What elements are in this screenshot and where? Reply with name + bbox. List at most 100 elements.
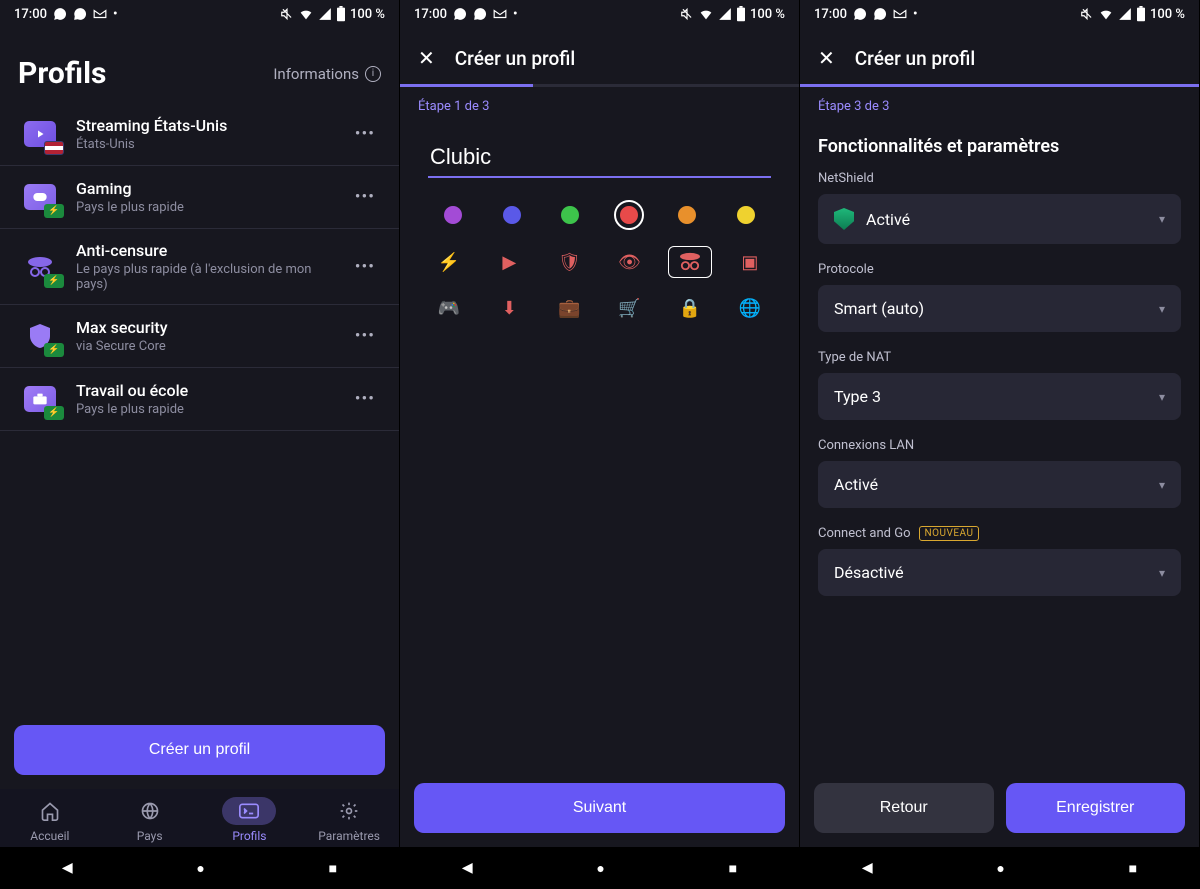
new-badge: NOUVEAU bbox=[919, 526, 980, 541]
dropdown-value: Activé bbox=[866, 210, 910, 229]
nav-settings[interactable]: Paramètres bbox=[299, 797, 399, 843]
back-icon[interactable]: ◀ bbox=[62, 860, 73, 876]
recents-icon[interactable]: ■ bbox=[1129, 860, 1137, 877]
color-orange[interactable] bbox=[678, 206, 696, 224]
status-bar: 17:00 • 100 % bbox=[800, 0, 1199, 28]
profile-name: Anti-censure bbox=[76, 241, 335, 260]
protocol-label: Protocole bbox=[818, 262, 1181, 277]
back-icon[interactable]: ◀ bbox=[462, 860, 473, 876]
nat-label: Type de NAT bbox=[818, 350, 1181, 365]
more-button[interactable]: ••• bbox=[349, 118, 381, 150]
modal-title: Créer un profil bbox=[455, 47, 576, 70]
icon-globe-cursor[interactable]: 🌐 bbox=[728, 292, 772, 324]
icon-picker: ⚡ ▶ 🛡 👁 ▣ 🎮 ⬇ 💼 🛒 🔒 🌐 bbox=[400, 236, 799, 334]
whatsapp-icon bbox=[853, 7, 867, 21]
mute-icon bbox=[280, 7, 294, 21]
step-label: Étape 3 de 3 bbox=[800, 87, 1199, 120]
netshield-label: NetShield bbox=[818, 171, 1181, 186]
profile-item-anticensor[interactable]: ⚡ Anti-censure Le pays plus rapide (à l'… bbox=[0, 229, 399, 305]
back-icon[interactable]: ◀ bbox=[862, 860, 873, 876]
home-icon bbox=[40, 801, 60, 821]
wifi-icon bbox=[698, 7, 714, 21]
dropdown-value: Désactivé bbox=[834, 563, 904, 582]
system-nav: ◀ ● ■ bbox=[0, 847, 399, 889]
recents-icon[interactable]: ■ bbox=[329, 860, 337, 877]
netshield-dropdown[interactable]: Activé ▾ bbox=[818, 194, 1181, 244]
color-blue[interactable] bbox=[503, 206, 521, 224]
nav-home[interactable]: Accueil bbox=[0, 797, 100, 843]
battery-percent: 100 % bbox=[1150, 7, 1185, 22]
color-purple[interactable] bbox=[444, 206, 462, 224]
section-title: Fonctionnalités et paramètres bbox=[818, 136, 1181, 157]
icon-lock[interactable]: 🔒 bbox=[668, 292, 712, 324]
chevron-down-icon: ▾ bbox=[1159, 302, 1165, 316]
icon-shield[interactable]: 🛡 bbox=[547, 246, 591, 278]
cng-label: Connect and Go NOUVEAU bbox=[818, 526, 1181, 541]
wifi-icon bbox=[298, 7, 314, 21]
icon-incognito[interactable] bbox=[668, 246, 712, 278]
screen-profiles: 17:00 • 100 % bbox=[0, 0, 400, 889]
more-dot-icon: • bbox=[513, 7, 518, 22]
icon-cart[interactable]: 🛒 bbox=[608, 292, 652, 324]
profile-item-maxsec[interactable]: ⚡ Max security via Secure Core ••• bbox=[0, 305, 399, 368]
more-button[interactable]: ••• bbox=[349, 251, 381, 283]
cng-dropdown[interactable]: Désactivé ▾ bbox=[818, 549, 1181, 596]
chat-icon bbox=[73, 7, 87, 21]
protocol-dropdown[interactable]: Smart (auto) ▾ bbox=[818, 285, 1181, 332]
create-profile-button[interactable]: Créer un profil bbox=[14, 725, 385, 775]
page-header: Profils Informations i bbox=[0, 28, 399, 103]
info-link[interactable]: Informations i bbox=[273, 65, 381, 83]
nat-dropdown[interactable]: Type 3 ▾ bbox=[818, 373, 1181, 420]
more-button[interactable]: ••• bbox=[349, 181, 381, 213]
battery-percent: 100 % bbox=[350, 7, 385, 22]
step-label: Étape 1 de 3 bbox=[400, 87, 799, 120]
color-green[interactable] bbox=[561, 206, 579, 224]
status-time: 17:00 bbox=[14, 7, 47, 22]
back-button[interactable]: Retour bbox=[814, 783, 994, 833]
color-picker bbox=[400, 184, 799, 236]
lan-label: Connexions LAN bbox=[818, 438, 1181, 453]
color-red[interactable] bbox=[620, 206, 638, 224]
icon-briefcase[interactable]: 💼 bbox=[547, 292, 591, 324]
bolt-icon: ⚡ bbox=[44, 343, 64, 357]
home-dot-icon[interactable]: ● bbox=[996, 860, 1004, 877]
icon-download[interactable]: ⬇ bbox=[487, 292, 531, 324]
close-icon[interactable]: ✕ bbox=[818, 46, 835, 70]
color-yellow[interactable] bbox=[737, 206, 755, 224]
dropdown-value: Smart (auto) bbox=[834, 299, 924, 318]
nav-profiles[interactable]: Profils bbox=[200, 797, 300, 843]
more-button[interactable]: ••• bbox=[349, 320, 381, 352]
next-button[interactable]: Suivant bbox=[414, 783, 785, 833]
icon-eye-off[interactable]: 👁 bbox=[608, 246, 652, 278]
profile-sub: États-Unis bbox=[76, 137, 335, 152]
battery-icon bbox=[336, 6, 346, 22]
gear-icon bbox=[339, 801, 359, 821]
info-icon: i bbox=[365, 66, 381, 82]
icon-bolt[interactable]: ⚡ bbox=[427, 246, 471, 278]
profile-name-input[interactable] bbox=[428, 138, 771, 178]
nav-countries[interactable]: Pays bbox=[100, 797, 200, 843]
close-icon[interactable]: ✕ bbox=[418, 46, 435, 70]
signal-icon bbox=[318, 7, 332, 21]
icon-gamepad[interactable]: 🎮 bbox=[427, 292, 471, 324]
home-dot-icon[interactable]: ● bbox=[196, 860, 204, 877]
profile-sub: Le pays plus rapide (à l'exclusion de mo… bbox=[76, 262, 335, 292]
status-time: 17:00 bbox=[814, 7, 847, 22]
icon-play[interactable]: ▶ bbox=[487, 246, 531, 278]
save-button[interactable]: Enregistrer bbox=[1006, 783, 1186, 833]
more-button[interactable]: ••• bbox=[349, 383, 381, 415]
more-dot-icon: • bbox=[913, 7, 918, 22]
profile-item-work[interactable]: ⚡ Travail ou école Pays le plus rapide •… bbox=[0, 368, 399, 431]
status-bar: 17:00 • 100 % bbox=[400, 0, 799, 28]
home-dot-icon[interactable]: ● bbox=[596, 860, 604, 877]
whatsapp-icon bbox=[453, 7, 467, 21]
profile-list: Streaming États-Unis États-Unis ••• ⚡ Ga… bbox=[0, 103, 399, 711]
lan-dropdown[interactable]: Activé ▾ bbox=[818, 461, 1181, 508]
globe-icon bbox=[140, 801, 160, 821]
icon-terminal[interactable]: ▣ bbox=[728, 246, 772, 278]
screen-create-step3: 17:00 • 100 % ✕ Créer un profil Étape 3 … bbox=[800, 0, 1200, 889]
recents-icon[interactable]: ■ bbox=[729, 860, 737, 877]
profile-item-streaming[interactable]: Streaming États-Unis États-Unis ••• bbox=[0, 103, 399, 166]
profile-item-gaming[interactable]: ⚡ Gaming Pays le plus rapide ••• bbox=[0, 166, 399, 229]
battery-icon bbox=[1136, 6, 1146, 22]
